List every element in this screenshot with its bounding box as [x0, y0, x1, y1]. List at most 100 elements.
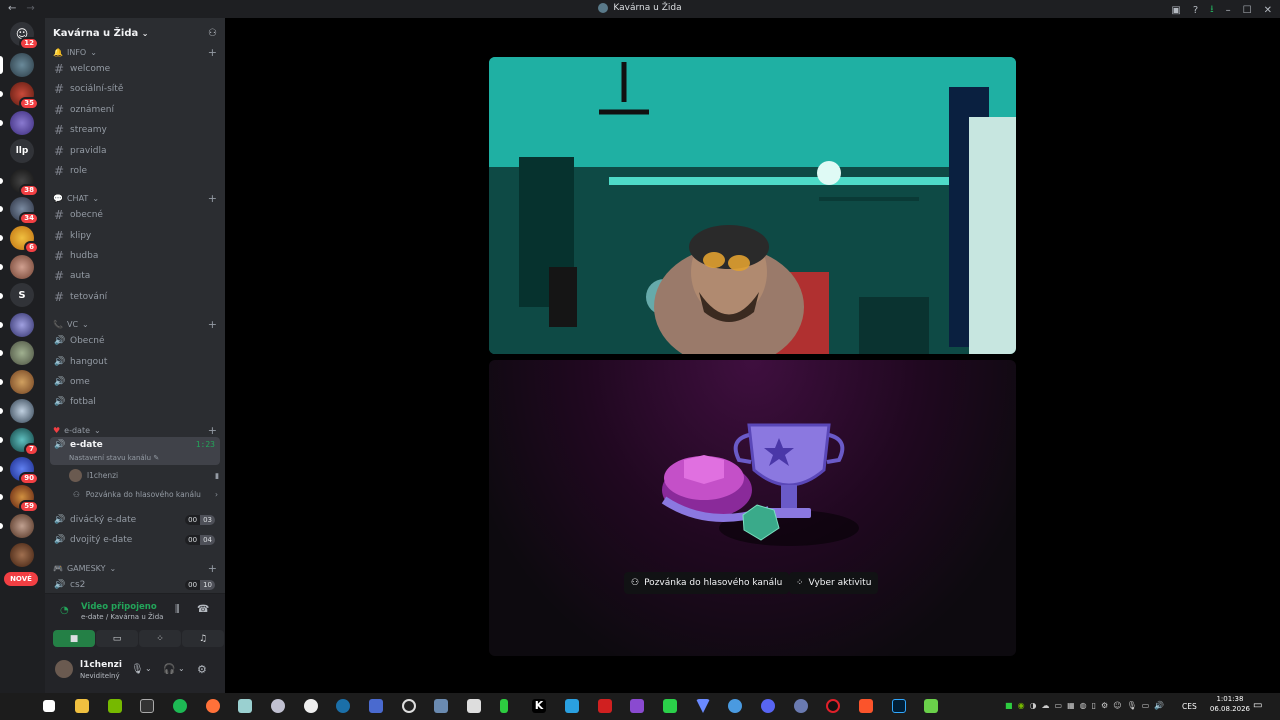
minimize-icon[interactable]: – — [1226, 5, 1231, 16]
inbox-icon[interactable]: ▣ — [1171, 5, 1180, 16]
channel-klipy[interactable]: # klipy — [50, 226, 220, 245]
channel-socialni-site[interactable]: # sociální-sítě — [50, 79, 220, 98]
server-icon[interactable] — [10, 399, 34, 423]
channel-status-hint[interactable]: Nastavení stavu kanálu ✎ — [69, 454, 159, 462]
noise-suppression-icon[interactable]: ⫼ — [175, 604, 180, 615]
camera-button[interactable]: ■ — [53, 630, 95, 647]
photoshop-icon[interactable] — [892, 699, 906, 713]
tray-icon[interactable]: ⚙ — [1101, 701, 1108, 710]
headphones-icon[interactable]: 🎧 — [163, 664, 175, 675]
firefox-icon[interactable] — [206, 699, 220, 713]
server-icon-llp[interactable]: llp — [10, 139, 34, 163]
language-indicator[interactable]: CES — [1182, 702, 1197, 711]
monitor-icon[interactable] — [369, 699, 383, 713]
notifications-icon[interactable]: ▭ — [1253, 700, 1262, 711]
channel-oznameni[interactable]: # oznámení — [50, 100, 220, 119]
file-explorer-icon[interactable] — [75, 699, 89, 713]
discord-icon[interactable] — [761, 699, 775, 713]
tray-icon[interactable]: ☺ — [1113, 701, 1121, 710]
windows-start-icon[interactable] — [43, 700, 55, 712]
soundboard-button[interactable]: ♫ — [182, 630, 224, 647]
server-icon[interactable] — [10, 370, 34, 394]
guild-header[interactable]: Kavárna u Žida ⌄ ⚇ — [45, 18, 225, 48]
video-stream-tile[interactable] — [489, 57, 1016, 354]
server-icon[interactable]: 38 — [10, 169, 39, 197]
help-icon[interactable]: ? — [1193, 5, 1198, 16]
terminal-icon[interactable] — [140, 699, 154, 713]
app-icon[interactable] — [794, 699, 808, 713]
brave-icon[interactable] — [859, 699, 873, 713]
server-icon[interactable]: 7 — [10, 428, 39, 456]
screen-share-button[interactable]: ▭ — [96, 630, 138, 647]
add-channel-icon[interactable]: + — [208, 318, 217, 331]
server-icon[interactable]: 59 — [10, 485, 39, 513]
channel-hudba[interactable]: # hudba — [50, 246, 220, 265]
user-name[interactable]: l1chenzi — [80, 660, 122, 670]
voice-invite-button[interactable]: ⚇ Pozvánka do hlasového kanálu — [624, 572, 790, 594]
chevron-down-icon[interactable]: ⌄ — [145, 664, 152, 673]
voice-location[interactable]: e-date / Kavárna u Žida — [81, 613, 163, 621]
voice-channel-ome[interactable]: 🔊 ome — [50, 372, 220, 391]
new-servers-badge[interactable]: NOVÉ — [4, 572, 38, 586]
server-icon[interactable] — [10, 514, 34, 538]
app-icon[interactable] — [630, 699, 644, 713]
obs-icon[interactable] — [402, 699, 416, 713]
clock[interactable]: 1:01:38 06.08.2026 — [1210, 694, 1250, 714]
tray-icon[interactable]: ▯ — [1092, 701, 1096, 710]
category-chat[interactable]: 💬 CHAT ⌄ + — [53, 192, 217, 205]
server-icon[interactable]: 90 — [10, 457, 39, 485]
add-channel-icon[interactable]: + — [208, 424, 217, 437]
tray-icon[interactable]: ◑ — [1030, 701, 1037, 710]
tray-icon[interactable]: ◉ — [1018, 701, 1025, 710]
tray-icon[interactable]: ■ — [1005, 701, 1013, 710]
close-icon[interactable]: ✕ — [1264, 5, 1272, 16]
channel-tetovani[interactable]: # tetování — [50, 287, 220, 306]
voice-member[interactable]: l1chenzi ▮ — [69, 469, 219, 482]
server-icon-s[interactable]: S — [10, 283, 34, 307]
chart-icon[interactable] — [663, 699, 677, 713]
maximize-icon[interactable]: ☐ — [1243, 5, 1252, 16]
tray-icon[interactable]: ☁ — [1042, 701, 1050, 710]
app-icon[interactable] — [500, 699, 508, 713]
category-info[interactable]: 🔔 INFO ⌄ + — [53, 46, 217, 59]
add-member-icon[interactable]: ⚇ — [208, 28, 217, 39]
category-gamesky[interactable]: 🎮 GAMESKY ⌄ + — [53, 562, 217, 575]
notes-icon[interactable] — [238, 699, 252, 713]
nvidia-icon[interactable] — [108, 699, 122, 713]
kick-icon[interactable]: K — [532, 699, 546, 713]
server-icon[interactable] — [10, 341, 34, 365]
voice-channel-dvojity-edate[interactable]: 🔊 dvojitý e-date 00 04 — [50, 530, 220, 549]
voice-channel-divacky-edate[interactable]: 🔊 divácký e-date 00 03 — [50, 510, 220, 529]
voice-invite-row[interactable]: ⚇ Pozvánka do hlasového kanálu › — [73, 490, 218, 499]
app-icon[interactable] — [271, 699, 285, 713]
channel-auta[interactable]: # auta — [50, 266, 220, 285]
server-icon[interactable] — [10, 313, 34, 337]
channel-obecne[interactable]: # obecné — [50, 205, 220, 224]
server-icon[interactable]: 35 — [10, 82, 39, 110]
avatar[interactable] — [55, 660, 73, 678]
app-icon[interactable] — [467, 699, 481, 713]
clock-icon[interactable] — [304, 699, 318, 713]
calculator-icon[interactable] — [434, 699, 448, 713]
opera-icon[interactable] — [826, 699, 840, 713]
app-icon[interactable] — [728, 699, 742, 713]
disconnect-icon[interactable]: ☎ — [197, 604, 209, 615]
add-channel-icon[interactable]: + — [208, 192, 217, 205]
voice-channel-hangout[interactable]: 🔊 hangout — [50, 352, 220, 371]
server-icon[interactable]: 34 — [10, 197, 39, 225]
microphone-icon[interactable]: 🎙 — [1127, 701, 1137, 710]
choose-activity-button[interactable]: ⁘ Vyber aktivitu — [789, 572, 879, 594]
voice-channel-fotbal[interactable]: 🔊 fotbal — [50, 392, 220, 411]
app-icon[interactable] — [924, 699, 938, 713]
server-icon[interactable] — [10, 111, 34, 135]
settings-gear-icon[interactable]: ⚙ — [197, 663, 207, 676]
app-icon[interactable] — [598, 699, 612, 713]
steam-icon[interactable] — [336, 699, 350, 713]
channel-pravidla[interactable]: # pravidla — [50, 141, 220, 160]
server-icon[interactable] — [10, 255, 34, 279]
channel-streamy[interactable]: # streamy — [50, 120, 220, 139]
category-vc[interactable]: 📞 VC ⌄ + — [53, 318, 217, 331]
category-edate[interactable]: ♥ e-date ⌄ + — [53, 424, 217, 437]
server-icon[interactable] — [10, 543, 34, 567]
spotify-icon[interactable] — [173, 699, 187, 713]
